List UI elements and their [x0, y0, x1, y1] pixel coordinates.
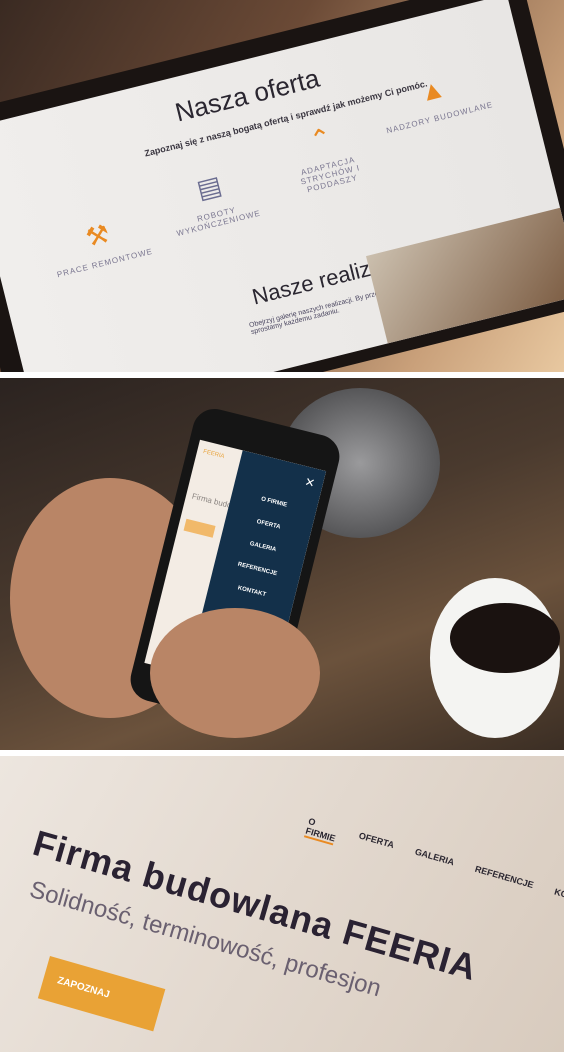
close-icon[interactable]: ✕: [303, 475, 316, 491]
nav-galeria[interactable]: GALERIA: [410, 847, 456, 879]
hero-button[interactable]: [183, 518, 216, 538]
nav-o-firmie[interactable]: O FIRMIE: [303, 816, 340, 846]
phone-photo-panel: FEERIA Firma budo ✕ O FIRMIE OFERTA GALE…: [0, 378, 564, 750]
menu-item-galeria[interactable]: GALERIA: [220, 534, 305, 561]
coffee: [450, 603, 560, 673]
service-item[interactable]: ▲ NADZORY BUDOWLANE: [376, 62, 494, 135]
right-hand: [150, 608, 320, 738]
menu-item-o-firmie[interactable]: O FIRMIE: [232, 489, 317, 516]
laptop-photo-panel: Nasza oferta Zapoznaj się z naszą bogatą…: [0, 0, 564, 372]
paint-roller-icon: ▤: [193, 169, 226, 205]
main-nav: O FIRMIE OFERTA GALERIA REFERENCJE KONTA…: [303, 816, 564, 920]
laptop-screen: Nasza oferta Zapoznaj się z naszą bogatą…: [0, 0, 564, 372]
nav-referencje[interactable]: REFERENCJE: [471, 864, 535, 902]
site-logo: FEERIA: [202, 448, 225, 460]
website-hero: O FIRMIE OFERTA GALERIA REFERENCJE KONTA…: [0, 756, 564, 1052]
website-offer-section: Nasza oferta Zapoznaj się z naszą bogatą…: [0, 0, 564, 372]
cta-button[interactable]: ZAPOZNAJ: [37, 956, 166, 1032]
service-item[interactable]: ▤ ROBOTY WYKOŃCZENIOWE: [153, 159, 274, 241]
desktop-photo-panel: O FIRMIE OFERTA GALERIA REFERENCJE KONTA…: [0, 756, 564, 1052]
nav-kontakt[interactable]: KONTAKT: [550, 887, 564, 920]
menu-item-referencje[interactable]: REFERENCJE: [215, 556, 300, 583]
menu-item-oferta[interactable]: OFERTA: [226, 511, 311, 538]
nav-oferta[interactable]: OFERTA: [354, 830, 396, 861]
menu-item-kontakt[interactable]: KONTAKT: [209, 578, 294, 605]
hero-title: Firma budo: [191, 491, 233, 511]
service-item[interactable]: ⚒ PRACE REMONTOWE: [41, 207, 159, 280]
gallery-photo: [366, 207, 564, 344]
